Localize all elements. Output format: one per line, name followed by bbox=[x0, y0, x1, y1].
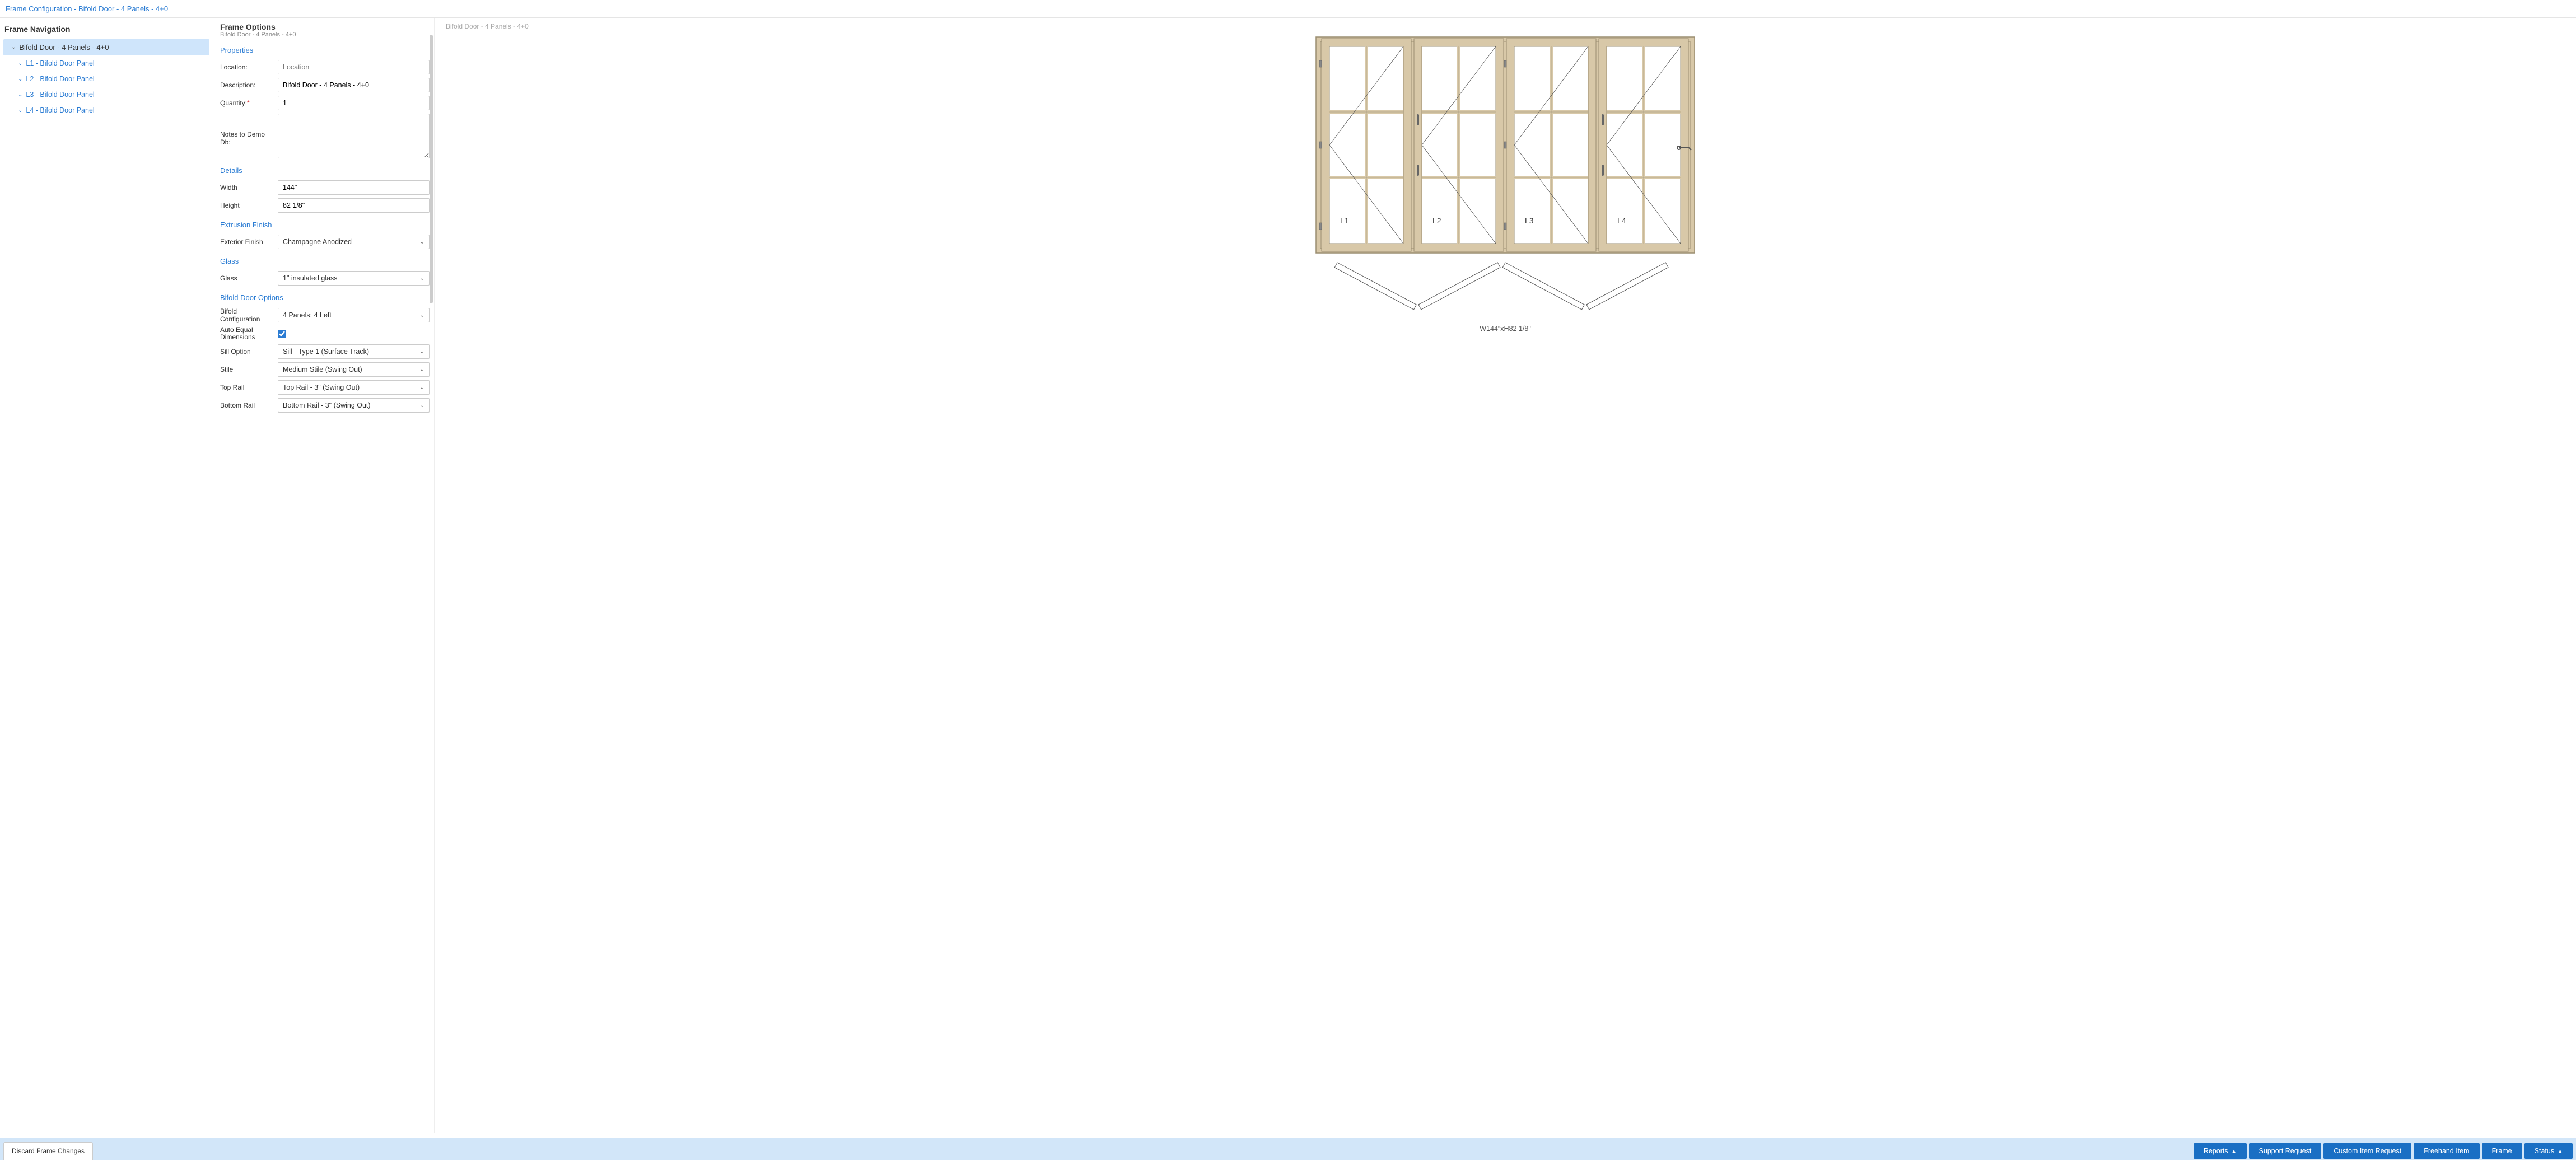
quantity-input[interactable] bbox=[278, 96, 430, 110]
status-button[interactable]: Status ▲ bbox=[2524, 1143, 2573, 1159]
page-header: Frame Configuration - Bifold Door - 4 Pa… bbox=[0, 0, 2576, 18]
label-notes: Notes to Demo Db: bbox=[220, 114, 273, 146]
label-description: Description: bbox=[220, 81, 273, 89]
tree-child-label: L1 - Bifold Door Panel bbox=[26, 59, 94, 67]
label-exterior-finish: Exterior Finish bbox=[220, 238, 273, 246]
preview-subtitle: Bifold Door - 4 Panels - 4+0 bbox=[446, 22, 2565, 30]
tree-child-item[interactable]: ⌄ L2 - Bifold Door Panel bbox=[3, 71, 209, 87]
section-properties: Properties bbox=[220, 46, 430, 57]
form-title: Frame Options bbox=[220, 22, 430, 31]
chevron-down-icon: ⌄ bbox=[18, 92, 22, 98]
chevron-down-icon: ⌄ bbox=[11, 44, 16, 50]
chevron-down-icon: ⌄ bbox=[420, 312, 424, 319]
door-elevation-drawing: L1 L2 L3 L4 bbox=[1315, 36, 1696, 254]
tree-child-item[interactable]: ⌄ L3 - Bifold Door Panel bbox=[3, 87, 209, 102]
freehand-item-button[interactable]: Freehand Item bbox=[2414, 1143, 2479, 1159]
bifold-config-select[interactable]: 4 Panels: 4 Left⌄ bbox=[278, 308, 430, 322]
frame-options-panel: Frame Options Bifold Door - 4 Panels - 4… bbox=[213, 18, 434, 1133]
svg-text:L2: L2 bbox=[1432, 216, 1441, 225]
chevron-down-icon: ⌄ bbox=[420, 275, 424, 282]
chevron-down-icon: ⌄ bbox=[18, 76, 22, 82]
section-glass: Glass bbox=[220, 257, 430, 268]
label-stile: Stile bbox=[220, 366, 273, 373]
caret-up-icon: ▲ bbox=[2232, 1148, 2237, 1154]
support-request-button[interactable]: Support Request bbox=[2249, 1143, 2322, 1159]
label-bottom-rail: Bottom Rail bbox=[220, 401, 273, 409]
caret-up-icon: ▲ bbox=[2558, 1148, 2563, 1154]
width-input[interactable] bbox=[278, 180, 430, 195]
svg-text:L1: L1 bbox=[1340, 216, 1349, 225]
tree-child-item[interactable]: ⌄ L1 - Bifold Door Panel bbox=[3, 55, 209, 71]
nav-title: Frame Navigation bbox=[4, 25, 209, 34]
footer-bar: Discard Frame Changes Reports ▲Support R… bbox=[0, 1138, 2576, 1160]
label-sill: Sill Option bbox=[220, 348, 273, 356]
chevron-down-icon: ⌄ bbox=[420, 239, 424, 245]
label-auto-equal: Auto Equal Dimensions bbox=[220, 326, 273, 341]
glass-select[interactable]: 1" insulated glass⌄ bbox=[278, 271, 430, 286]
discard-frame-changes-button[interactable]: Discard Frame Changes bbox=[3, 1142, 93, 1160]
description-input[interactable] bbox=[278, 78, 430, 92]
height-input[interactable] bbox=[278, 198, 430, 213]
tree-child-label: L3 - Bifold Door Panel bbox=[26, 91, 94, 99]
exterior-finish-select[interactable]: Champagne Anodized⌄ bbox=[278, 235, 430, 249]
chevron-down-icon: ⌄ bbox=[420, 385, 424, 391]
sill-select[interactable]: Sill - Type 1 (Surface Track)⌄ bbox=[278, 344, 430, 359]
top-rail-select[interactable]: Top Rail - 3" (Swing Out)⌄ bbox=[278, 380, 430, 395]
auto-equal-checkbox[interactable] bbox=[278, 330, 286, 338]
svg-text:L4: L4 bbox=[1617, 216, 1626, 225]
scrollbar[interactable] bbox=[430, 35, 433, 303]
location-input[interactable] bbox=[278, 60, 430, 74]
reports-button[interactable]: Reports ▲ bbox=[2194, 1143, 2247, 1159]
frame-navigation-panel: Frame Navigation ⌄ Bifold Door - 4 Panel… bbox=[0, 18, 213, 1133]
label-top-rail: Top Rail bbox=[220, 383, 273, 391]
frame-button[interactable]: Frame bbox=[2482, 1143, 2522, 1159]
label-glass: Glass bbox=[220, 274, 273, 282]
chevron-down-icon: ⌄ bbox=[420, 367, 424, 373]
label-width: Width bbox=[220, 184, 273, 191]
page-title: Frame Configuration - Bifold Door - 4 Pa… bbox=[6, 4, 168, 13]
chevron-down-icon: ⌄ bbox=[420, 403, 424, 409]
notes-textarea[interactable] bbox=[278, 114, 430, 158]
chevron-down-icon: ⌄ bbox=[420, 349, 424, 355]
chevron-down-icon: ⌄ bbox=[18, 107, 22, 114]
tree-child-item[interactable]: ⌄ L4 - Bifold Door Panel bbox=[3, 102, 209, 118]
tree-child-label: L4 - Bifold Door Panel bbox=[26, 106, 94, 114]
svg-text:L3: L3 bbox=[1525, 216, 1534, 225]
tree-root-item[interactable]: ⌄ Bifold Door - 4 Panels - 4+0 bbox=[3, 39, 209, 55]
door-plan-drawing bbox=[1326, 260, 1684, 321]
label-location: Location: bbox=[220, 63, 273, 71]
label-quantity: Quantity:* bbox=[220, 99, 273, 107]
label-bifold-config: Bifold Configuration bbox=[220, 307, 273, 323]
form-subtitle: Bifold Door - 4 Panels - 4+0 bbox=[220, 31, 430, 38]
preview-dimensions: W144"xH82 1/8" bbox=[446, 325, 2565, 333]
custom-item-request-button[interactable]: Custom Item Request bbox=[2323, 1143, 2411, 1159]
tree-root-label: Bifold Door - 4 Panels - 4+0 bbox=[19, 43, 109, 52]
section-bifold: Bifold Door Options bbox=[220, 293, 430, 304]
preview-panel: Bifold Door - 4 Panels - 4+0 bbox=[434, 18, 2576, 1133]
section-details: Details bbox=[220, 166, 430, 177]
chevron-down-icon: ⌄ bbox=[18, 60, 22, 67]
stile-select[interactable]: Medium Stile (Swing Out)⌄ bbox=[278, 362, 430, 377]
label-height: Height bbox=[220, 202, 273, 209]
tree-child-label: L2 - Bifold Door Panel bbox=[26, 75, 94, 83]
section-extrusion: Extrusion Finish bbox=[220, 221, 430, 231]
bottom-rail-select[interactable]: Bottom Rail - 3" (Swing Out)⌄ bbox=[278, 398, 430, 413]
